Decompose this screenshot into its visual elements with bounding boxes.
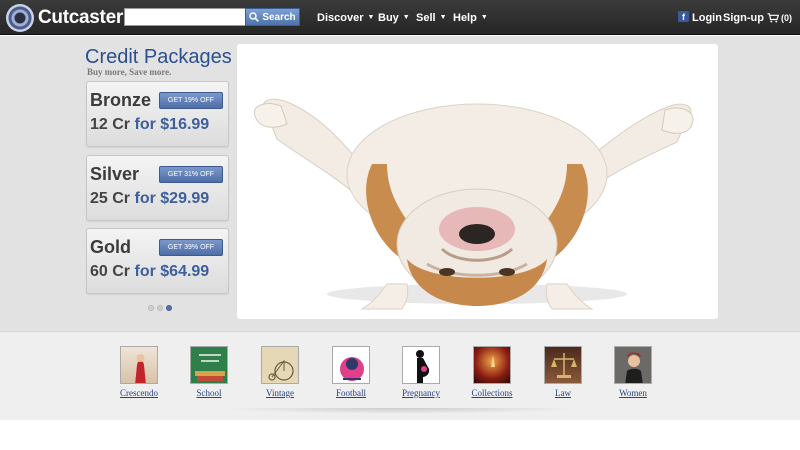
package-card-gold[interactable]: Gold GET 39% OFF 60 Cr for $64.99 (86, 228, 229, 294)
category-thumb[interactable] (332, 346, 370, 384)
hero-image[interactable] (237, 44, 718, 319)
chevron-down-icon: ▼ (439, 14, 447, 21)
package-amount: $16.99 (160, 116, 210, 133)
carousel-dot-2[interactable] (157, 305, 163, 311)
logo-text: Cutcaster (38, 6, 123, 28)
category-vintage[interactable]: Vintage (245, 346, 315, 398)
package-name: Bronze (90, 90, 152, 110)
search-button-label: Search (262, 11, 296, 23)
football-thumbnail (340, 357, 364, 381)
nav-discover-label: Discover (317, 11, 364, 24)
category-school[interactable]: School (174, 346, 244, 398)
chevron-down-icon: ▼ (480, 14, 488, 21)
collections-thumbnail (491, 355, 495, 367)
packages-title: Credit Packages (85, 46, 232, 68)
nav-help[interactable]: Help ▼ (453, 0, 488, 35)
package-card-silver[interactable]: Silver GET 31% OFF 25 Cr for $29.99 (86, 155, 229, 221)
vintage-thumbnail (268, 359, 294, 381)
signup-link[interactable]: Sign-up (723, 0, 764, 35)
top-bar: Cutcaster Search Discover ▼ Buy ▼ Sell ▼… (0, 0, 800, 35)
facebook-icon[interactable]: f (678, 11, 689, 22)
nav-buy[interactable]: Buy ▼ (378, 0, 410, 35)
package-price: 12 Cr for $16.99 (90, 116, 209, 134)
carousel-dot-1[interactable] (148, 305, 154, 311)
search-input[interactable] (124, 8, 246, 26)
category-strip: Crescendo School Vintage Football Pregna… (0, 331, 800, 420)
category-crescendo[interactable]: Crescendo (104, 346, 174, 398)
category-label[interactable]: Vintage (245, 388, 315, 398)
category-label[interactable]: Women (598, 388, 668, 398)
packages-subtitle: Buy more, Save more. (87, 67, 172, 77)
category-label[interactable]: Football (316, 388, 386, 398)
logo-icon (6, 3, 34, 32)
nav-buy-label: Buy (378, 11, 399, 24)
category-thumb[interactable] (614, 346, 652, 384)
carousel-dots (148, 305, 172, 311)
nav-help-label: Help (453, 11, 477, 24)
category-women[interactable]: Women (598, 346, 668, 398)
discount-badge[interactable]: GET 31% OFF (159, 166, 223, 183)
cart-link[interactable]: (0) (767, 0, 792, 35)
package-price: 25 Cr for $29.99 (90, 190, 209, 208)
category-label[interactable]: School (174, 388, 244, 398)
signup-label: Sign-up (723, 11, 764, 24)
category-football[interactable]: Football (316, 346, 386, 398)
category-thumb[interactable] (544, 346, 582, 384)
search-icon (249, 12, 260, 22)
category-label[interactable]: Pregnancy (386, 388, 456, 398)
hero-section: Credit Packages Buy more, Save more. Bro… (0, 36, 800, 331)
package-for: for (134, 116, 156, 133)
search-button[interactable]: Search (245, 8, 300, 26)
package-credits: 25 Cr (90, 190, 131, 207)
category-pregnancy[interactable]: Pregnancy (386, 346, 456, 398)
discount-badge[interactable]: GET 39% OFF (159, 239, 223, 256)
logo[interactable]: Cutcaster (6, 3, 123, 32)
package-amount: $29.99 (160, 190, 210, 207)
package-for: for (134, 190, 156, 207)
carousel-dot-3[interactable] (166, 305, 172, 311)
package-name: Gold (90, 237, 131, 257)
category-thumb[interactable] (473, 346, 511, 384)
women-thumbnail (625, 352, 643, 383)
bulldog-photo (253, 98, 694, 310)
category-thumb[interactable] (120, 346, 158, 384)
category-law[interactable]: Law (528, 346, 598, 398)
login-link[interactable]: Login (692, 0, 722, 35)
crescendo-thumbnail (135, 354, 146, 383)
package-price: 60 Cr for $64.99 (90, 263, 209, 281)
category-thumb[interactable] (261, 346, 299, 384)
chevron-down-icon: ▼ (402, 14, 410, 21)
category-thumb[interactable] (402, 346, 440, 384)
package-card-bronze[interactable]: Bronze GET 19% OFF 12 Cr for $16.99 (86, 81, 229, 147)
nav-discover[interactable]: Discover ▼ (317, 0, 374, 35)
package-credits: 60 Cr (90, 263, 131, 280)
law-thumbnail (551, 353, 577, 378)
package-amount: $64.99 (160, 263, 210, 280)
school-thumbnail (195, 354, 225, 381)
chevron-down-icon: ▼ (367, 14, 375, 21)
strip-shadow (218, 408, 582, 414)
category-label[interactable]: Collections (457, 388, 527, 398)
cart-count: (0) (781, 12, 792, 23)
pregnancy-thumbnail (416, 350, 430, 383)
package-credits: 12 Cr (90, 116, 131, 133)
category-thumb[interactable] (190, 346, 228, 384)
login-label: Login (692, 11, 722, 24)
category-collections[interactable]: Collections (457, 346, 527, 398)
package-for: for (134, 263, 156, 280)
discount-badge[interactable]: GET 19% OFF (159, 92, 223, 109)
category-label[interactable]: Law (528, 388, 598, 398)
nav-sell[interactable]: Sell ▼ (416, 0, 447, 35)
package-name: Silver (90, 164, 140, 184)
cart-icon (767, 12, 779, 22)
nav-sell-label: Sell (416, 11, 436, 24)
category-label[interactable]: Crescendo (104, 388, 174, 398)
